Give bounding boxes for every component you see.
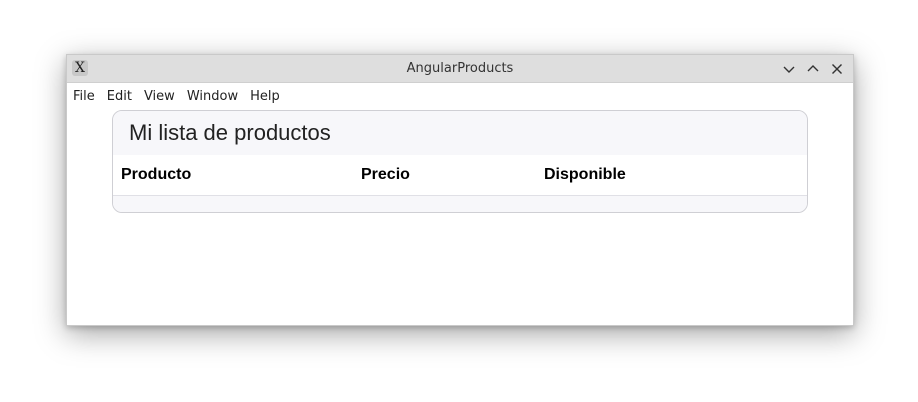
minimize-icon xyxy=(783,66,795,73)
app-window: X AngularProducts File Edit View Window … xyxy=(66,54,854,326)
page-title: Mi lista de productos xyxy=(113,111,807,155)
menu-window[interactable]: Window xyxy=(187,89,244,104)
close-icon xyxy=(832,64,842,74)
window-title: AngularProducts xyxy=(406,61,514,76)
table-body xyxy=(113,196,807,212)
menu-bar: File Edit View Window Help xyxy=(67,83,853,109)
minimize-button[interactable] xyxy=(779,59,799,79)
column-header-producto: Producto xyxy=(121,166,192,183)
column-header-disponible: Disponible xyxy=(544,166,626,183)
table-header: Producto Precio Disponible xyxy=(113,155,807,196)
window-controls xyxy=(779,59,847,79)
menu-edit[interactable]: Edit xyxy=(107,89,138,104)
maximize-button[interactable] xyxy=(803,59,823,79)
menu-help[interactable]: Help xyxy=(250,89,286,104)
menu-view[interactable]: View xyxy=(144,89,181,104)
column-header-precio: Precio xyxy=(361,166,410,183)
maximize-icon xyxy=(807,65,819,72)
title-bar[interactable]: X AngularProducts xyxy=(67,55,853,83)
close-button[interactable] xyxy=(827,59,847,79)
menu-file[interactable]: File xyxy=(73,89,101,104)
product-list-card: Mi lista de productos Producto Precio Di… xyxy=(112,110,808,213)
